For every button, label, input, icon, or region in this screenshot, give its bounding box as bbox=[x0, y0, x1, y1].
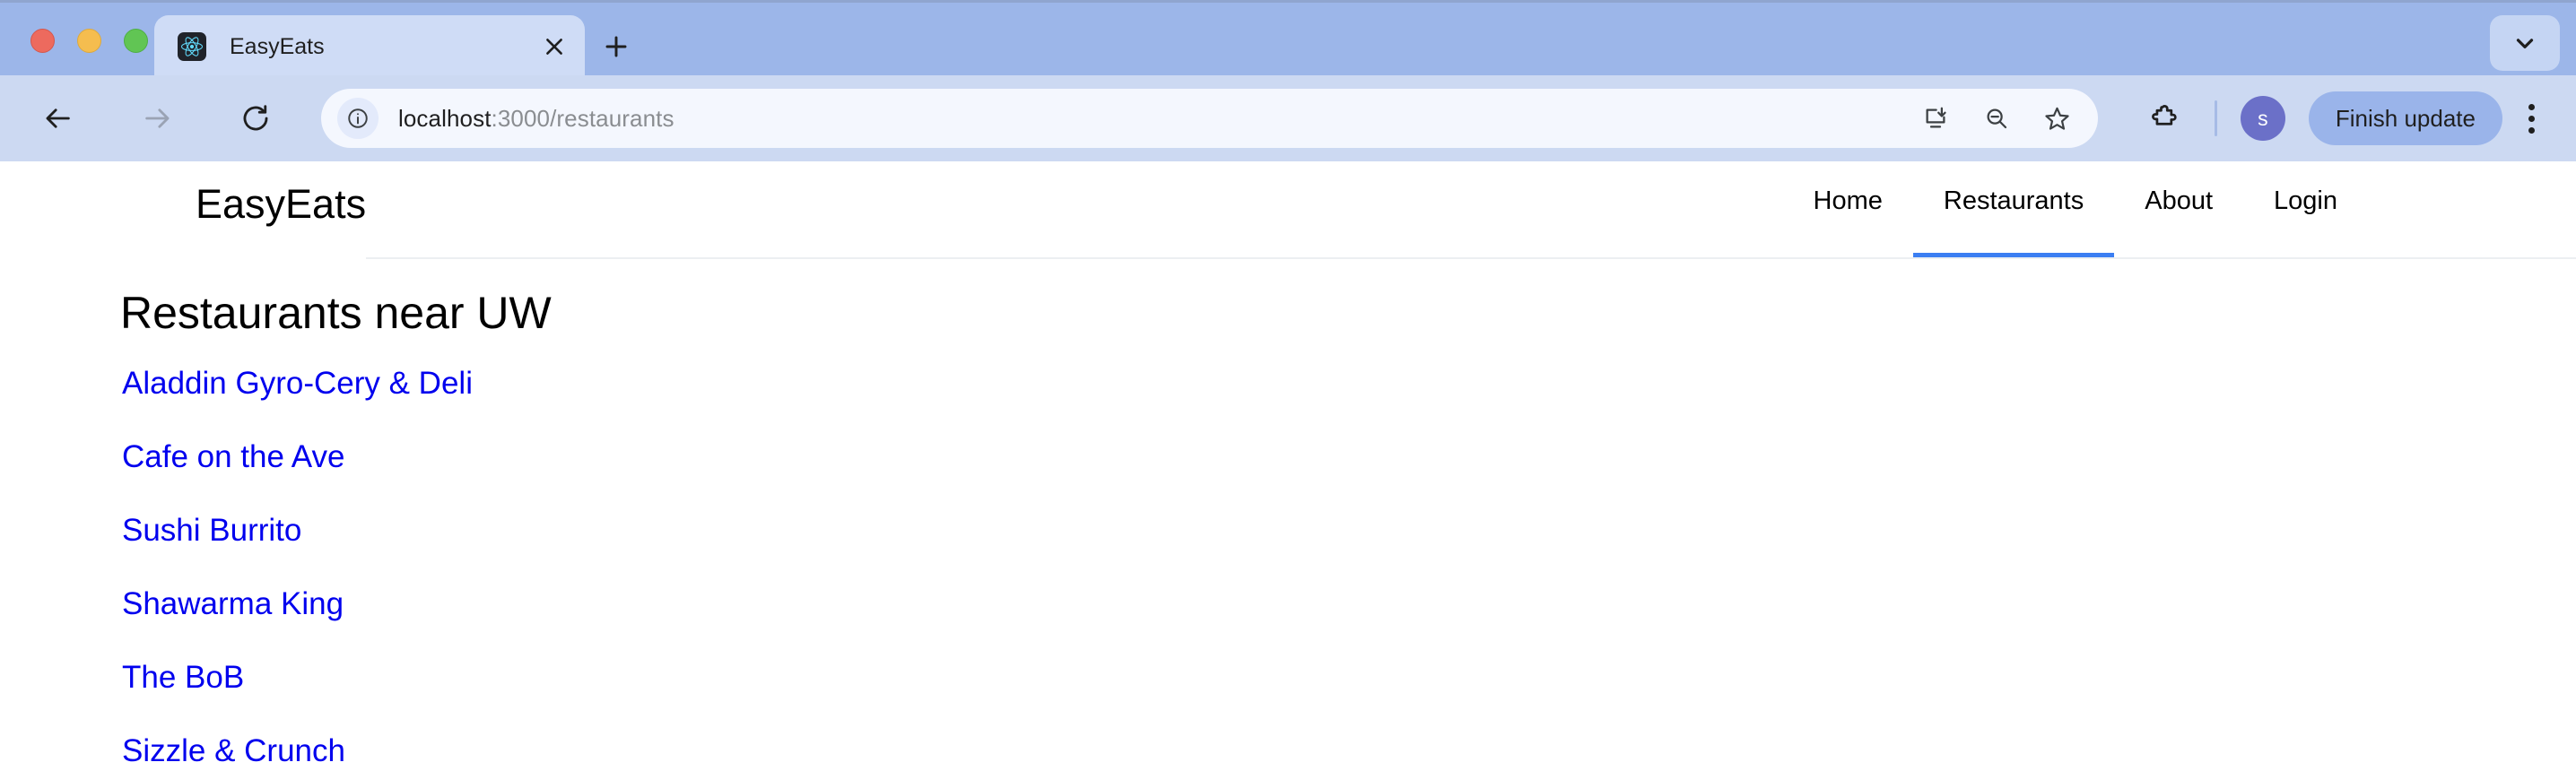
close-icon[interactable] bbox=[536, 29, 572, 65]
site-header: EasyEats Home Restaurants About Login bbox=[0, 161, 2576, 259]
reload-icon[interactable] bbox=[228, 91, 283, 146]
browser-toolbar: localhost:3000/restaurants s Finish upda… bbox=[0, 75, 2576, 161]
maximize-window-button[interactable] bbox=[124, 29, 148, 53]
list-item: The BoB bbox=[122, 660, 473, 696]
arrow-left-icon[interactable] bbox=[30, 91, 86, 146]
arrow-right-icon bbox=[129, 91, 185, 146]
page-title: Restaurants near UW bbox=[120, 288, 552, 338]
address-bar[interactable]: localhost:3000/restaurants bbox=[321, 89, 2098, 148]
react-logo-icon bbox=[178, 32, 206, 61]
site-nav-links: Home Restaurants About Login bbox=[1783, 186, 2368, 258]
nav-link-login[interactable]: Login bbox=[2243, 186, 2368, 258]
list-item: Sizzle & Crunch bbox=[122, 733, 473, 769]
info-circle-icon[interactable] bbox=[337, 98, 379, 139]
chevron-down-icon[interactable] bbox=[2490, 15, 2560, 71]
install-app-icon[interactable] bbox=[1911, 94, 1960, 143]
puzzle-piece-icon[interactable] bbox=[2139, 92, 2191, 144]
list-item: Aladdin Gyro-Cery & Deli bbox=[122, 366, 473, 402]
list-item: Cafe on the Ave bbox=[122, 439, 473, 475]
tab-title: EasyEats bbox=[230, 33, 325, 59]
plus-icon[interactable] bbox=[594, 24, 639, 69]
tab-strip: EasyEats bbox=[0, 0, 2576, 78]
restaurant-link-shawarma-king[interactable]: Shawarma King bbox=[122, 586, 344, 622]
close-window-button[interactable] bbox=[30, 29, 55, 53]
nav-link-restaurants[interactable]: Restaurants bbox=[1912, 186, 2115, 258]
restaurant-link-the-bob[interactable]: The BoB bbox=[122, 660, 244, 696]
nav-divider bbox=[366, 257, 2576, 259]
window-controls bbox=[30, 29, 148, 53]
finish-update-button[interactable]: Finish update bbox=[2308, 91, 2502, 145]
site-brand[interactable]: EasyEats bbox=[196, 181, 366, 228]
nav-link-about[interactable]: About bbox=[2114, 186, 2243, 258]
browser-window: EasyEats localhost:3000/restaurants s Fi… bbox=[0, 0, 2576, 771]
avatar[interactable]: s bbox=[2240, 96, 2285, 141]
url-path: :3000/restaurants bbox=[491, 104, 674, 132]
restaurant-list: Aladdin Gyro-Cery & Deli Cafe on the Ave… bbox=[122, 366, 473, 771]
kebab-menu-icon[interactable] bbox=[2508, 91, 2554, 145]
omnibox-actions bbox=[1911, 94, 2082, 143]
page-viewport: EasyEats Home Restaurants About Login Re… bbox=[0, 161, 2576, 771]
restaurant-link-cafe-on-the-ave[interactable]: Cafe on the Ave bbox=[122, 439, 344, 475]
nav-link-home[interactable]: Home bbox=[1783, 186, 1913, 258]
minimize-window-button[interactable] bbox=[77, 29, 101, 53]
bookmark-star-icon[interactable] bbox=[2033, 94, 2082, 143]
list-item: Shawarma King bbox=[122, 586, 473, 622]
url-text: localhost:3000/restaurants bbox=[398, 105, 1911, 133]
restaurant-link-sizzle-crunch[interactable]: Sizzle & Crunch bbox=[122, 733, 345, 769]
restaurant-link-sushi-burrito[interactable]: Sushi Burrito bbox=[122, 513, 301, 549]
restaurant-link-aladdin-gyro-cery-deli[interactable]: Aladdin Gyro-Cery & Deli bbox=[122, 366, 473, 402]
list-item: Sushi Burrito bbox=[122, 513, 473, 549]
toolbar-divider bbox=[2214, 100, 2217, 136]
browser-tab-easyeats[interactable]: EasyEats bbox=[154, 15, 585, 78]
url-host: localhost bbox=[398, 104, 492, 132]
zoom-out-icon[interactable] bbox=[1972, 94, 2021, 143]
